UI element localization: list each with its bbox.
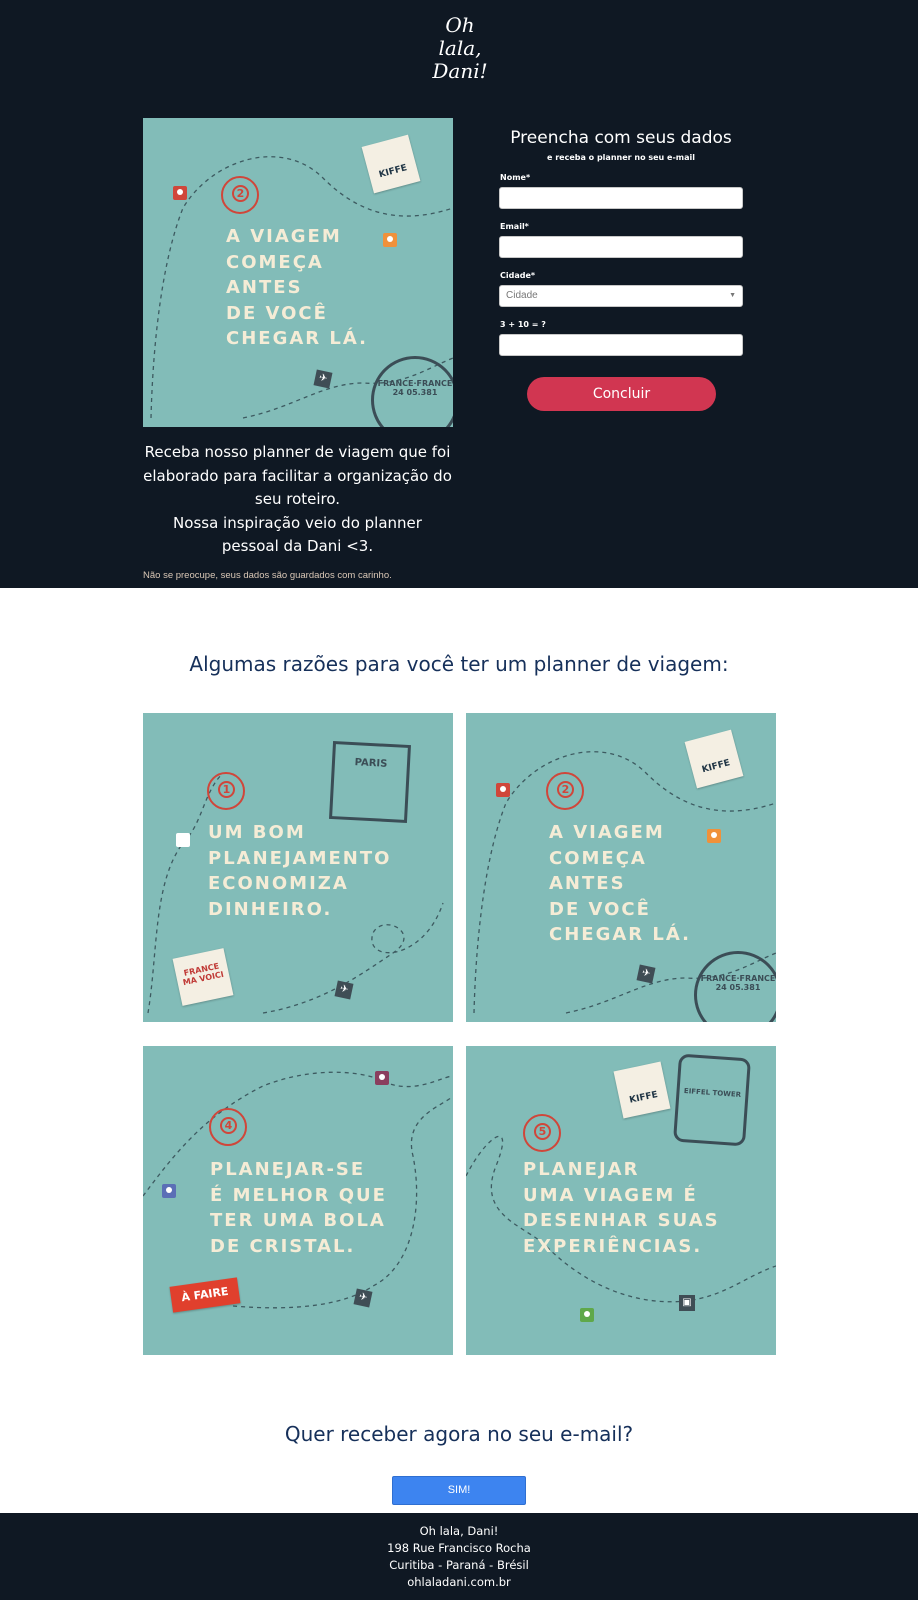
hero-copy-paragraph: Receba nosso planner de viagem que foi e… bbox=[143, 443, 452, 508]
reason-headline: A VIAGEM COMEÇA ANTES DE VOCÊ CHEGAR LÁ. bbox=[549, 822, 691, 945]
city-select[interactable]: Cidade ▼ bbox=[499, 285, 743, 307]
eiffel-stamp: EIFFEL TOWER bbox=[673, 1053, 751, 1147]
route-number-badge: 2 bbox=[546, 772, 584, 810]
hero-section: Oh lala, Dani! 2 ✈ KIFFE FRANCE·FRANCE 2… bbox=[0, 0, 918, 588]
reason-card-3: 4 ✈ À FAIRE PLANEJAR-SE É MELHOR QUE TER… bbox=[143, 1046, 453, 1355]
badge-number: 1 bbox=[218, 781, 235, 798]
route-number-badge: 4 bbox=[209, 1108, 247, 1146]
logo-line-1: Oh bbox=[445, 13, 475, 37]
reason-headline: PLANEJAR-SE É MELHOR QUE TER UMA BOLA DE… bbox=[210, 1159, 387, 1257]
map-pin-icon bbox=[580, 1308, 594, 1322]
map-pin-icon bbox=[173, 186, 187, 200]
hero-planner-image: 2 ✈ KIFFE FRANCE·FRANCE 24 05.381 A VIAG… bbox=[143, 118, 453, 427]
badge-number: 5 bbox=[534, 1123, 551, 1140]
stamp-text: FRANCE·FRANCE 24 05.381 bbox=[700, 974, 776, 992]
stamp-text: EIFFEL TOWER bbox=[683, 1087, 742, 1100]
brand-logo[interactable]: Oh lala, Dani! bbox=[420, 14, 500, 94]
email-label: Email* bbox=[500, 222, 529, 231]
city-select-value: Cidade bbox=[506, 290, 538, 301]
map-pin-icon bbox=[383, 233, 397, 247]
email-input[interactable] bbox=[499, 236, 743, 258]
footer-city: Curitiba - Paraná - Brésil bbox=[389, 1558, 529, 1572]
form-subtitle: e receba o planner no seu e-mail bbox=[547, 153, 695, 162]
route-number-badge: 5 bbox=[523, 1114, 561, 1152]
reasons-title: Algumas razões para você ter um planner … bbox=[189, 652, 729, 676]
airplane-icon: ✈ bbox=[313, 369, 333, 389]
captcha-label: 3 + 10 = ? bbox=[500, 320, 546, 329]
cta-title: Quer receber agora no seu e-mail? bbox=[284, 1422, 634, 1446]
concluir-button[interactable]: Concluir bbox=[527, 377, 716, 411]
badge-number: 2 bbox=[557, 781, 574, 798]
map-pin-icon bbox=[375, 1071, 389, 1085]
reason-card-1: 1 ✈ PARIS FRANCE MA VOICI UM BOM PLANEJA… bbox=[143, 713, 453, 1022]
sticker-text: KIFFE bbox=[700, 758, 732, 776]
stamp-text: FRANCE·FRANCE 24 05.381 bbox=[377, 379, 453, 397]
stamp-text: PARIS bbox=[354, 757, 388, 770]
badge-number: 4 bbox=[220, 1117, 237, 1134]
hero-copy-paragraph: Nossa inspiração veio do planner pessoal… bbox=[173, 513, 422, 556]
train-icon: ▣ bbox=[679, 1295, 695, 1311]
route-number-badge: 1 bbox=[207, 772, 245, 810]
footer-address: 198 Rue Francisco Rocha bbox=[387, 1541, 531, 1555]
hero-image-headline: A VIAGEM COMEÇA ANTES DE VOCÊ CHEGAR LÁ. bbox=[226, 226, 368, 349]
airplane-icon: ✈ bbox=[353, 1288, 373, 1308]
airplane-icon: ✈ bbox=[636, 964, 656, 984]
sticker-text: KIFFE bbox=[377, 163, 409, 181]
captcha-input[interactable] bbox=[499, 334, 743, 356]
logo-line-2: lala, bbox=[438, 36, 482, 60]
sticker-text: À FAIRE bbox=[180, 1284, 230, 1305]
reason-headline: PLANEJAR UMA VIAGEM É DESENHAR SUAS EXPE… bbox=[523, 1159, 720, 1257]
logo-line-3: Dani! bbox=[432, 59, 488, 83]
sticker-text: KIFFE bbox=[628, 1089, 659, 1106]
reason-headline: UM BOM PLANEJAMENTO ECONOMIZA DINHEIRO. bbox=[208, 822, 392, 920]
hero-description: Receba nosso planner de viagem que foi e… bbox=[143, 441, 452, 559]
footer-brand: Oh lala, Dani! bbox=[419, 1524, 499, 1538]
badge-number: 2 bbox=[232, 185, 249, 202]
footer: Oh lala, Dani! 198 Rue Francisco Rocha C… bbox=[0, 1513, 918, 1600]
name-label: Nome* bbox=[500, 173, 531, 182]
reason-card-2: 2 ✈ KIFFE FRANCE·FRANCE 24 05.381 A VIAG… bbox=[466, 713, 776, 1022]
chevron-down-icon: ▼ bbox=[729, 292, 736, 299]
name-input[interactable] bbox=[499, 187, 743, 209]
privacy-note: Não se preocupe, seus dados são guardado… bbox=[143, 570, 392, 581]
map-pin-icon bbox=[496, 783, 510, 797]
airplane-icon: ✈ bbox=[334, 980, 354, 1000]
paris-stamp: PARIS bbox=[329, 741, 411, 823]
form-title: Preencha com seus dados bbox=[510, 128, 732, 148]
city-label: Cidade* bbox=[500, 271, 536, 280]
sim-button[interactable]: SIM! bbox=[392, 1476, 526, 1505]
map-pin-icon bbox=[162, 1184, 176, 1198]
kiffe-sticker: KIFFE bbox=[613, 1061, 671, 1119]
map-pin-icon bbox=[707, 829, 721, 843]
footer-site-link[interactable]: ohlaladani.com.br bbox=[0, 1574, 918, 1591]
map-pin-icon bbox=[176, 833, 190, 847]
sticker-text: FRANCE MA VOICI bbox=[182, 961, 225, 988]
reason-card-4: 5 ▣ KIFFE EIFFEL TOWER PLANEJAR UMA VIAG… bbox=[466, 1046, 776, 1355]
route-number-badge: 2 bbox=[221, 176, 259, 214]
